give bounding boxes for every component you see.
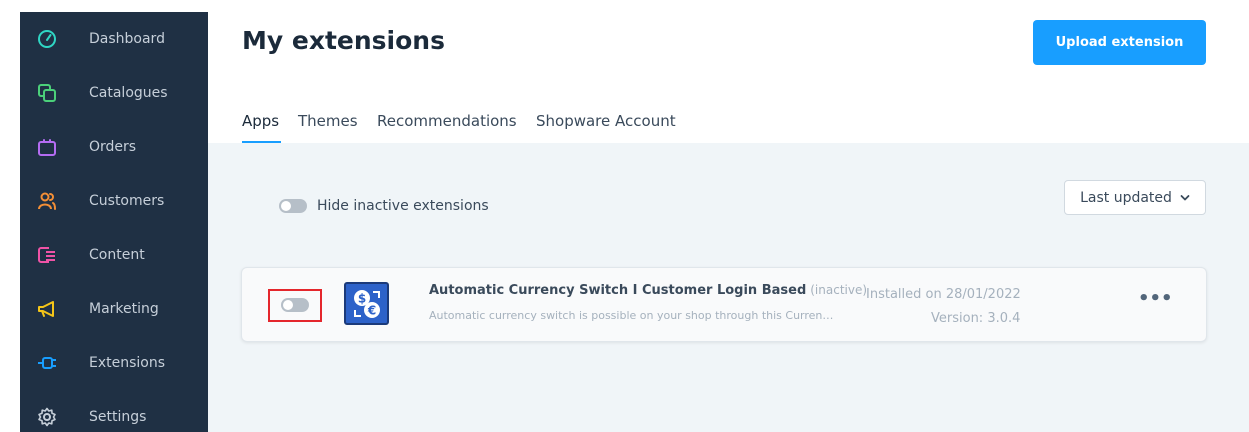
svg-text:€: €: [366, 303, 375, 317]
svg-text:$: $: [357, 291, 365, 305]
sidebar-item-label: Content: [89, 247, 145, 263]
sort-select[interactable]: Last updated: [1064, 180, 1206, 215]
tab-shopware-account[interactable]: Shopware Account: [536, 112, 676, 130]
sidebar: Dashboard Catalogues Orders Customers Co…: [20, 12, 208, 432]
sidebar-item-content[interactable]: Content: [20, 228, 208, 282]
extension-description: Automatic currency switch is possible on…: [429, 309, 834, 322]
sidebar-item-label: Extensions: [89, 355, 166, 371]
hide-inactive-toggle[interactable]: [279, 199, 307, 213]
sidebar-item-customers[interactable]: Customers: [20, 174, 208, 228]
sidebar-item-dashboard[interactable]: Dashboard: [20, 12, 208, 66]
tab-apps[interactable]: Apps: [242, 112, 279, 130]
sidebar-item-extensions[interactable]: Extensions: [20, 336, 208, 390]
hide-inactive-label: Hide inactive extensions: [317, 198, 489, 214]
sidebar-item-label: Customers: [89, 193, 165, 209]
page-title: My extensions: [242, 26, 445, 55]
sort-select-value: Last updated: [1080, 189, 1172, 206]
extension-status: (inactive): [810, 283, 868, 297]
sidebar-item-label: Catalogues: [89, 85, 168, 101]
chevron-down-icon: [1180, 194, 1190, 200]
sidebar-item-label: Marketing: [89, 301, 159, 317]
sidebar-item-marketing[interactable]: Marketing: [20, 282, 208, 336]
sidebar-item-label: Dashboard: [89, 31, 165, 47]
plug-icon: [37, 353, 57, 373]
extension-logo: $ €: [344, 282, 389, 325]
sidebar-item-orders[interactable]: Orders: [20, 120, 208, 174]
extension-installed-date: Installed on 28/01/2022: [866, 287, 1021, 302]
sidebar-item-settings[interactable]: Settings: [20, 390, 208, 432]
sidebar-item-label: Settings: [89, 409, 147, 425]
sidebar-item-label: Orders: [89, 139, 137, 155]
extension-name: Automatic Currency Switch I Customer Log…: [429, 283, 867, 298]
customers-icon: [37, 191, 57, 211]
tab-themes[interactable]: Themes: [298, 112, 358, 130]
extension-active-toggle[interactable]: [281, 298, 309, 312]
gear-icon: [37, 407, 57, 427]
tab-recommendations[interactable]: Recommendations: [377, 112, 517, 130]
gauge-icon: [37, 29, 57, 49]
megaphone-icon: [37, 299, 57, 319]
content-icon: [37, 245, 57, 265]
catalogues-icon: [37, 83, 57, 103]
sidebar-item-catalogues[interactable]: Catalogues: [20, 66, 208, 120]
upload-extension-button[interactable]: Upload extension: [1033, 20, 1206, 65]
extension-name-text: Automatic Currency Switch I Customer Log…: [429, 283, 807, 298]
orders-bag-icon: [37, 137, 57, 157]
extension-version: Version: 3.0.4: [931, 311, 1021, 326]
extension-context-menu-button[interactable]: •••: [1138, 290, 1173, 308]
currency-switch-icon: $ €: [353, 289, 380, 318]
